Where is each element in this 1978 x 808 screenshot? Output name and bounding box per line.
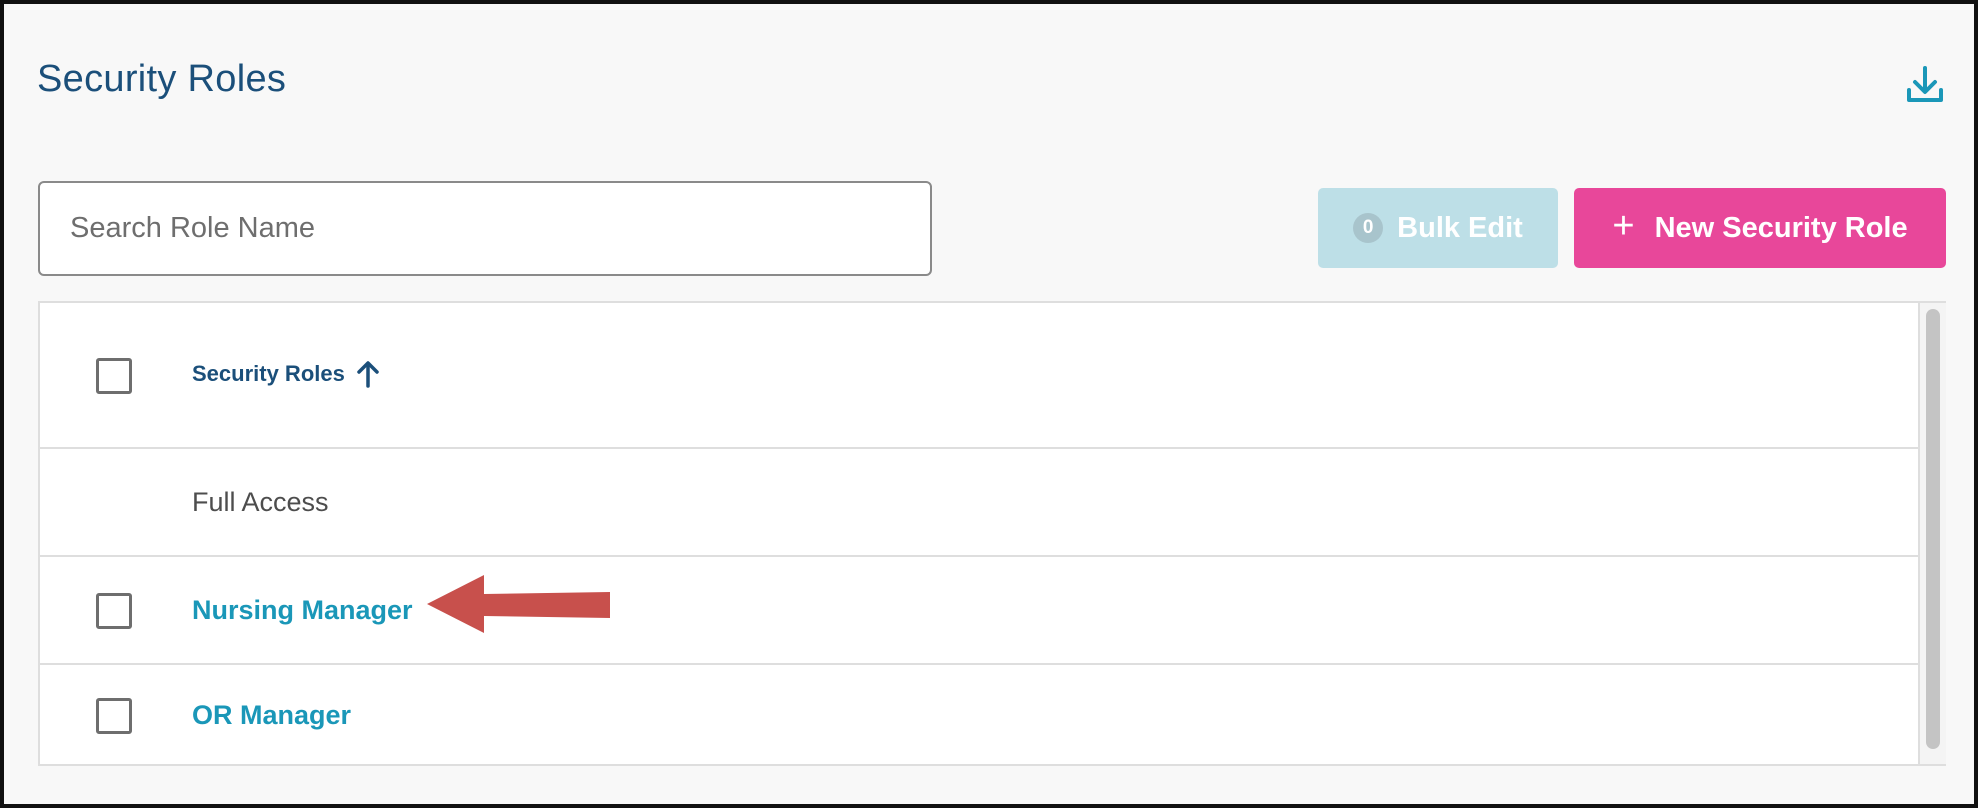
table-row: Nursing Manager [40,557,1918,665]
row-checkbox[interactable] [96,698,132,734]
new-security-role-button[interactable]: + New Security Role [1574,188,1946,268]
row-checkbox[interactable] [96,593,132,629]
scrollbar-thumb[interactable] [1926,309,1940,749]
column-header-label: Security Roles [192,361,345,386]
column-header-security-roles[interactable]: Security Roles [192,359,381,389]
bulk-edit-button[interactable]: 0 Bulk Edit [1318,188,1558,268]
bulk-edit-label: Bulk Edit [1397,211,1523,244]
arrow-up-icon [357,361,379,388]
role-name: Full Access [192,487,329,517]
download-button[interactable] [1904,64,1946,106]
selected-count-badge: 0 [1353,213,1384,243]
vertical-scrollbar[interactable] [1918,303,1946,764]
search-input[interactable] [38,181,932,276]
role-name-link[interactable]: OR Manager [192,700,351,731]
table-row: OR Manager [40,665,1918,766]
select-all-checkbox[interactable] [96,358,132,394]
page-title: Security Roles [37,58,287,100]
red-arrow-icon [427,575,610,633]
table-row: Full Access [40,449,1918,557]
security-roles-table: Security Roles Full Access Nursing Manag… [38,301,1946,766]
download-icon [1907,66,1943,102]
new-security-role-label: New Security Role [1654,211,1908,244]
role-name-link[interactable]: Nursing Manager [192,595,413,626]
security-roles-panel: Security Roles 0 Bulk Edit + New Securit… [0,0,1978,808]
plus-icon: + [1612,205,1635,247]
table-header-row: Security Roles [40,303,1918,449]
